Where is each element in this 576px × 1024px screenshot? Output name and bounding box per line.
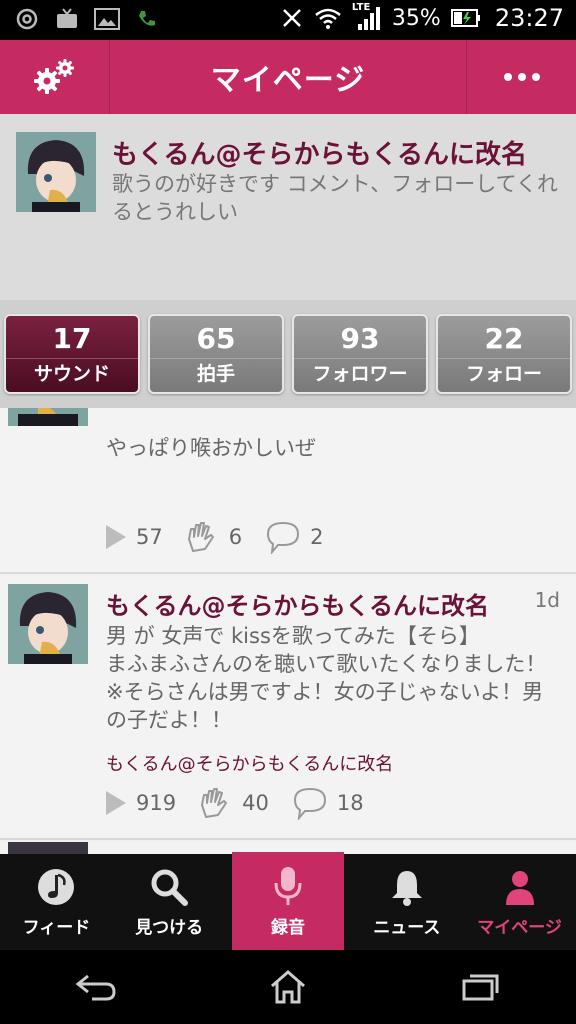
profile-name: もくるん@そらからもくるんに改名 [112,140,527,170]
post-metrics: 919 40 18 [104,786,364,820]
tab-following[interactable]: 22 フォロー [436,314,572,394]
recent-apps-icon [462,974,499,1001]
phone-icon [134,6,160,32]
nav-feed-label: フィード [22,917,91,938]
settings-button[interactable] [0,40,110,114]
post-text: やっぱり喉おかしいぜ [106,436,316,460]
home-button[interactable] [258,962,318,1012]
clap-icon [187,522,214,552]
status-bar: LTE 35% 23:27 [0,0,576,40]
person-icon [505,870,534,905]
battery-percent: 35% [391,5,441,31]
comment-count-value: 18 [336,791,364,815]
avatar[interactable] [16,132,96,212]
system-nav-bar [0,950,576,1024]
post-text: 男 が 女声で kissを歌ってみた【そら】 まふまふさんのを聴いて歌いたくなり… [106,622,572,734]
at-icon [14,6,40,32]
comment-count[interactable]: 18 [291,786,364,820]
tab-sounds[interactable]: 17 サウンド [4,314,140,394]
nav-feed[interactable]: フィード [0,854,113,950]
search-icon [151,869,189,906]
comment-count-value: 2 [310,525,324,549]
nav-news[interactable]: ニュース [350,854,463,950]
app-header: マイページ [0,40,576,114]
more-button[interactable] [466,40,576,114]
tv-icon [54,6,80,32]
nav-discover[interactable]: 見つける [113,854,226,950]
post-text-line: 男 が 女声で kissを歌ってみた【そら】 [106,624,480,648]
image-icon [94,6,120,32]
nav-record-label: 録音 [270,917,305,938]
post-text-line: ※そらさんは男ですよ！女の子じゃないよ！男 [106,680,544,704]
clap-count[interactable]: 40 [198,787,269,819]
post-sub-author[interactable]: もくるん@そらからもくるんに改名 [106,750,393,776]
avatar[interactable] [8,408,88,426]
recent-apps-button[interactable] [450,962,510,1012]
sounds-label: サウンド [6,357,138,387]
clap-count-value: 6 [228,525,243,549]
post-author[interactable]: もくるん@そらからもくるんに改名 [106,586,489,621]
tab-claps[interactable]: 65 拍手 [148,314,284,394]
microphone-icon [274,866,302,905]
more-dots-icon [503,73,540,81]
battery-icon [450,9,480,27]
clap-icon [201,788,228,818]
list-item[interactable]: やっぱり喉おかしいぜ 57 6 2 [0,408,576,574]
wifi-icon [315,8,341,29]
profile-section: もくるん@そらからもくるんに改名 歌うのが好きです コメント、フォローしてくれる… [0,114,576,300]
tab-followers[interactable]: 93 フォロワー [292,314,428,394]
page-title: マイページ [210,63,366,98]
post-text-line: の子だよ！！ [106,708,232,732]
sounds-count: 17 [52,321,92,355]
home-icon [271,970,305,1004]
comment-count[interactable]: 2 [264,520,323,554]
nav-mypage-label: マイページ [477,917,562,938]
comment-icon [293,787,326,820]
gears-icon [33,59,74,94]
following-count: 22 [484,321,524,355]
play-icon [106,791,126,815]
bottom-nav: フィード 見つける 録音 ニュース マイページ [0,852,576,950]
nav-discover-label: 見つける [135,917,204,938]
post-text-line: まふまふさんのを聴いて歌いたくなりました！ [106,652,547,676]
sound-feed: やっぱり喉おかしいぜ 57 6 2 もくるん@そらからもくるんに改名 1d 男 … [0,408,576,854]
bell-icon [391,870,422,906]
music-note-icon [38,868,75,905]
back-button[interactable] [66,962,126,1012]
signal-icon: LTE [352,2,382,32]
followers-label: フォロワー [294,357,426,387]
avatar[interactable] [8,584,88,664]
comment-icon [267,521,300,554]
play-count[interactable]: 919 [104,789,176,817]
profile-bio: 歌うのが好きです コメント、フォローしてくれるとうれしい [112,172,558,224]
clock: 23:27 [494,4,564,32]
clap-count-value: 40 [242,791,269,815]
play-count-value: 57 [136,525,163,549]
following-label: フォロー [438,357,570,387]
nav-news-label: ニュース [373,917,441,938]
followers-count: 93 [340,321,380,355]
play-count[interactable]: 57 [104,523,163,551]
clap-count[interactable]: 6 [185,521,242,553]
play-icon [106,525,126,549]
list-item[interactable]: もくるん@そらからもくるんに改名 1d 男 が 女声で kissを歌ってみた【そ… [0,576,576,840]
claps-label: 拍手 [150,357,282,387]
post-time: 1d [534,588,560,612]
play-count-value: 919 [136,791,177,815]
nav-record[interactable]: 録音 [231,852,345,950]
post-metrics: 57 6 2 [104,520,323,554]
avatar [8,842,88,854]
nfc-icon [283,9,301,27]
back-icon [75,974,116,1001]
stats-tabs: 17 サウンド 65 拍手 93 フォロワー 22 フォロー [0,300,576,408]
nav-mypage[interactable]: マイページ [463,854,576,950]
claps-count: 65 [196,321,236,355]
